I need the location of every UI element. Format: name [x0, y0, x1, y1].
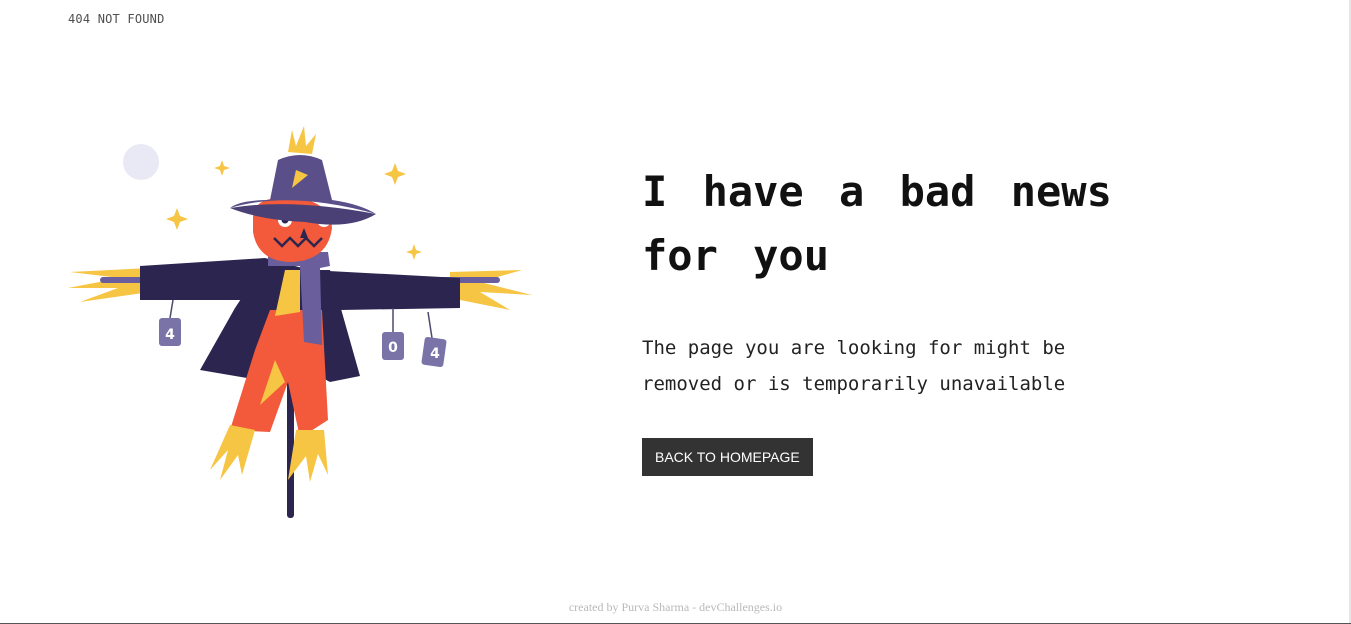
can-icon: 0	[382, 308, 404, 360]
can-icon: 4	[159, 299, 181, 346]
can-label: 4	[165, 327, 175, 343]
can-label: 4	[430, 346, 440, 362]
page-headline: I have a bad news for you	[642, 167, 1112, 280]
back-to-homepage-button[interactable]: BACK TO HOMEPAGE	[642, 438, 813, 476]
scarecrow-illustration: 4 0 4	[60, 120, 540, 530]
scarecrow-icon: 4 0 4	[68, 126, 532, 518]
can-label: 0	[388, 340, 398, 356]
footer-credit: created by Purva Sharma - devChallenges.…	[568, 600, 783, 614]
main-content: I have a bad news for you The page you a…	[642, 160, 1162, 476]
moon-icon	[123, 144, 159, 180]
site-title: 404 NOT FOUND	[68, 12, 165, 26]
page-description: The page you are looking for might be re…	[642, 337, 1066, 395]
can-icon: 4	[421, 311, 447, 368]
